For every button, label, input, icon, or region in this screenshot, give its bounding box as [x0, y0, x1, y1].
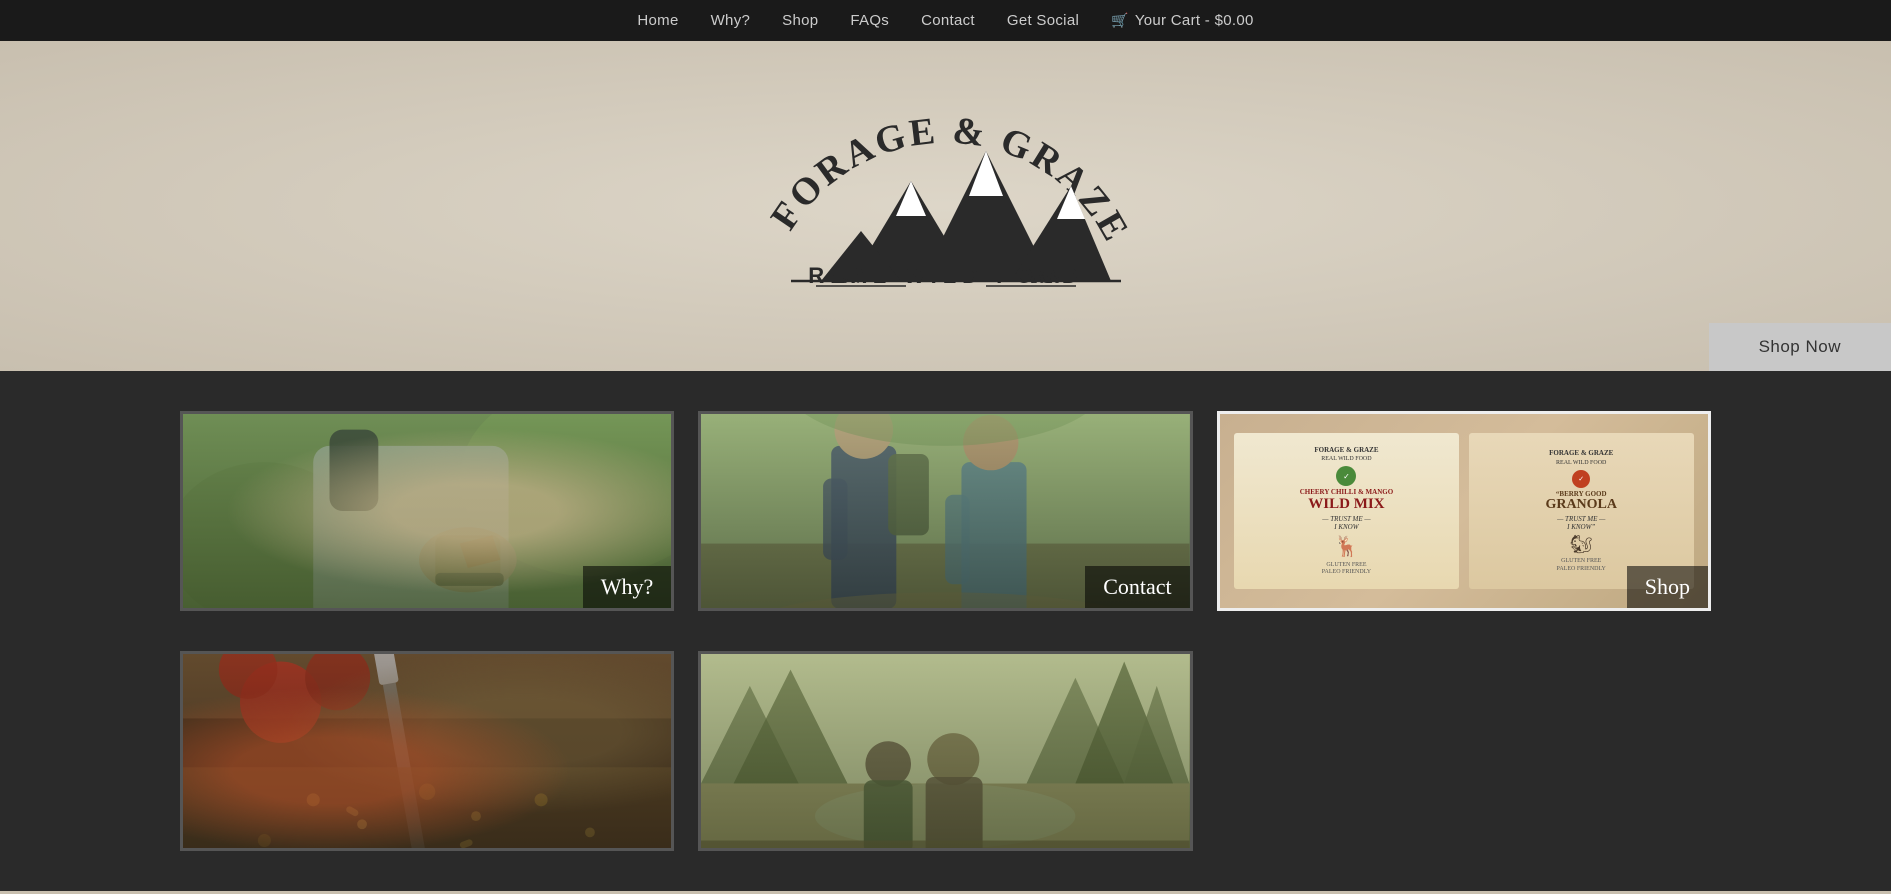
nav-home[interactable]: Home: [637, 12, 678, 29]
hero-section: FORAGE & GRAZE: [0, 41, 1891, 371]
nav-faqs[interactable]: FAQs: [850, 12, 889, 29]
ingredients-card[interactable]: [180, 651, 674, 851]
product-wild-mix: FORAGE & GRAZEREAL WILD FOOD ✓ CHEERY CH…: [1234, 433, 1459, 590]
cart-icon: 🛒: [1111, 12, 1129, 29]
nav-cart[interactable]: 🛒 Your Cart - $0.00: [1111, 12, 1254, 29]
ingredients-svg: [183, 654, 671, 848]
ingredients-image: [183, 654, 671, 848]
svg-text:2013: 2013: [1030, 272, 1061, 286]
why-card[interactable]: Why?: [180, 411, 674, 611]
people-outdoors-card[interactable]: [698, 651, 1192, 851]
empty-card-slot: [1217, 651, 1711, 851]
logo-container: FORAGE & GRAZE: [731, 81, 1161, 321]
bottom-grid: [0, 651, 1891, 891]
people-image: [701, 654, 1189, 848]
squirrel-icon: 🐿: [1570, 534, 1593, 555]
navigation: Home Why? Shop FAQs Contact Get Social 🛒…: [0, 0, 1891, 41]
why-card-label: Why?: [583, 566, 672, 608]
contact-card-label: Contact: [1085, 566, 1189, 608]
people-svg: [701, 654, 1189, 848]
nav-why[interactable]: Why?: [711, 12, 751, 29]
shop-now-button[interactable]: Shop Now: [1709, 323, 1891, 371]
deer-icon: 🦌: [1334, 534, 1359, 559]
nav-get-social[interactable]: Get Social: [1007, 12, 1079, 29]
shop-card-label: Shop: [1627, 566, 1708, 608]
main-grid: Why?: [0, 371, 1891, 651]
nav-shop[interactable]: Shop: [782, 12, 818, 29]
shop-card[interactable]: FORAGE & GRAZEREAL WILD FOOD ✓ CHEERY CH…: [1217, 411, 1711, 611]
contact-card[interactable]: Contact: [698, 411, 1192, 611]
nav-contact[interactable]: Contact: [921, 12, 975, 29]
brand-logo: FORAGE & GRAZE: [731, 81, 1161, 321]
svg-text:EST.: EST.: [831, 272, 860, 286]
